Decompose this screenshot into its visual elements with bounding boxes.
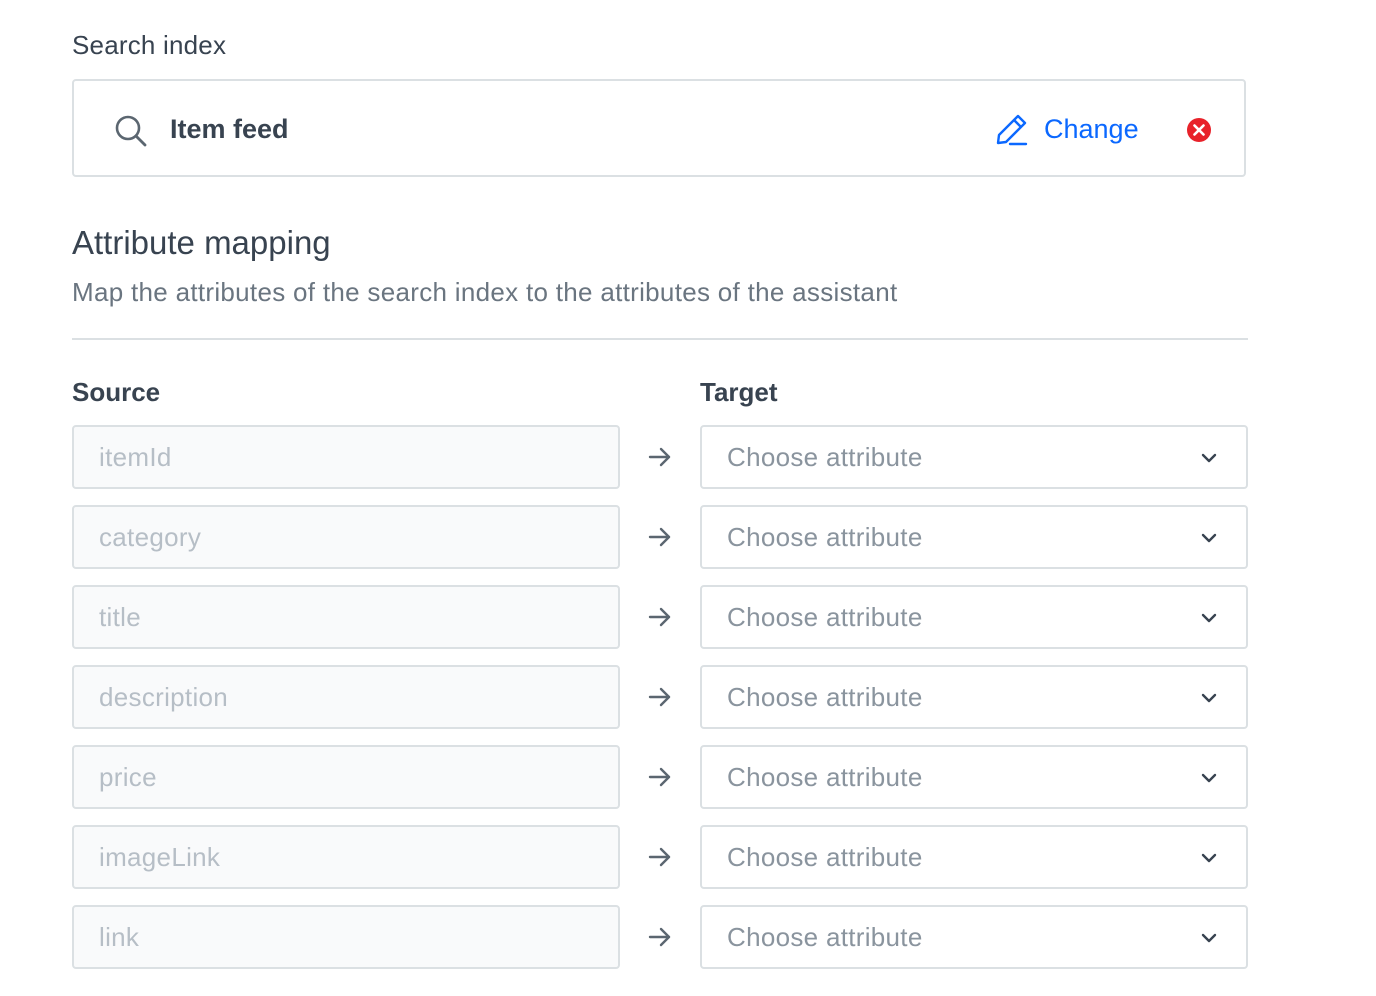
- arrow-right-icon: [648, 447, 671, 467]
- mapping-row: category Choose attribute: [72, 505, 1248, 569]
- source-attribute-field: itemId: [72, 425, 620, 489]
- mapping-row: price Choose attribute: [72, 745, 1248, 809]
- target-attribute-placeholder: Choose attribute: [727, 842, 923, 872]
- target-attribute-placeholder: Choose attribute: [727, 442, 923, 472]
- mapping-row: link Choose attribute: [72, 905, 1248, 969]
- page: Search index Item feed Change Attribute …: [0, 0, 1376, 996]
- arrow-right-icon: [648, 687, 671, 707]
- source-attribute-field: link: [72, 905, 620, 969]
- chevron-down-icon: [1201, 773, 1217, 783]
- chevron-down-icon: [1201, 933, 1217, 943]
- arrow-right-icon: [648, 927, 671, 947]
- mapping-row: description Choose attribute: [72, 665, 1248, 729]
- chevron-down-icon: [1201, 533, 1217, 543]
- divider: [72, 338, 1248, 340]
- target-attribute-select[interactable]: Choose attribute: [700, 585, 1248, 649]
- search-index-label: Search index: [72, 30, 227, 60]
- search-index-name: Item feed: [170, 114, 289, 144]
- arrow-right-icon: [648, 607, 671, 627]
- target-column-header: Target: [700, 377, 778, 407]
- source-attribute-field: description: [72, 665, 620, 729]
- source-attribute-field: price: [72, 745, 620, 809]
- source-attribute-field: title: [72, 585, 620, 649]
- mapping-row: itemId Choose attribute: [72, 425, 1248, 489]
- target-attribute-placeholder: Choose attribute: [727, 602, 923, 632]
- arrow-right-icon: [648, 767, 671, 787]
- target-attribute-select[interactable]: Choose attribute: [700, 425, 1248, 489]
- mapping-row: imageLink Choose attribute: [72, 825, 1248, 889]
- chevron-down-icon: [1201, 853, 1217, 863]
- remove-circle-icon[interactable]: [1186, 117, 1212, 143]
- attribute-mapping-heading: Attribute mapping: [72, 224, 331, 261]
- arrow-right-icon: [648, 847, 671, 867]
- chevron-down-icon: [1201, 693, 1217, 703]
- target-attribute-placeholder: Choose attribute: [727, 922, 923, 952]
- search-icon: [115, 115, 147, 147]
- change-button[interactable]: Change: [994, 109, 1139, 149]
- target-attribute-placeholder: Choose attribute: [727, 682, 923, 712]
- source-attribute-field: category: [72, 505, 620, 569]
- source-column-header: Source: [72, 377, 161, 407]
- target-attribute-placeholder: Choose attribute: [727, 762, 923, 792]
- target-attribute-placeholder: Choose attribute: [727, 522, 923, 552]
- target-attribute-select[interactable]: Choose attribute: [700, 505, 1248, 569]
- target-attribute-select[interactable]: Choose attribute: [700, 665, 1248, 729]
- source-attribute-field: imageLink: [72, 825, 620, 889]
- pencil-icon: [996, 114, 1028, 146]
- arrow-right-icon: [648, 527, 671, 547]
- change-button-label: Change: [1044, 113, 1139, 144]
- mapping-row: title Choose attribute: [72, 585, 1248, 649]
- search-index-card: Item feed Change: [72, 79, 1246, 177]
- target-attribute-select[interactable]: Choose attribute: [700, 825, 1248, 889]
- attribute-mapping-description: Map the attributes of the search index t…: [72, 277, 898, 307]
- chevron-down-icon: [1201, 613, 1217, 623]
- target-attribute-select[interactable]: Choose attribute: [700, 905, 1248, 969]
- chevron-down-icon: [1201, 453, 1217, 463]
- target-attribute-select[interactable]: Choose attribute: [700, 745, 1248, 809]
